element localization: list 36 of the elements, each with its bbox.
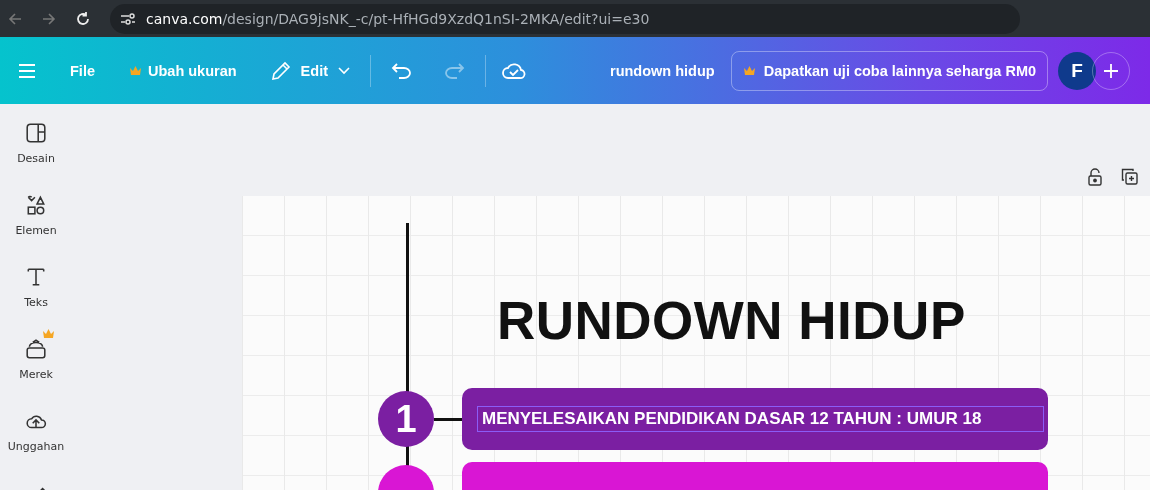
crown-icon	[129, 65, 142, 76]
chevron-icon	[338, 66, 350, 75]
url-host: canva.com	[146, 10, 223, 27]
address-bar[interactable]: canva.com/design/DAG9jsNK_-c/pt-HfHGd9XzdQ1nSI-2MKA/edit?ui=e30	[110, 3, 1020, 34]
forward-icon[interactable]	[42, 11, 56, 26]
sidebar-item[interactable]: Merek	[0, 328, 72, 381]
reload-icon[interactable]	[76, 11, 90, 26]
sidebar-item[interactable]: Unggahan	[0, 410, 72, 453]
unlock-icon[interactable]	[1087, 168, 1103, 186]
plus-icon	[1104, 63, 1119, 78]
text-icon	[25, 266, 47, 288]
sidebar-item[interactable]: Teks	[0, 266, 72, 309]
site-settings-icon[interactable]	[120, 11, 136, 26]
layout-icon	[25, 122, 47, 144]
url-path: /design/DAG9jsNK_-c/pt-HfHGd9XzdQ1nSI-2MKA/edit?ui=e30	[222, 10, 650, 27]
sidebar-item[interactable]: Elemen	[0, 194, 72, 237]
design-title[interactable]: rundown hidup	[610, 62, 715, 79]
crown-icon	[742, 65, 756, 76]
step-number[interactable]: 1	[378, 391, 434, 447]
brand-kit-icon	[25, 338, 47, 360]
duplicate-icon[interactable]	[1121, 168, 1138, 185]
redo-icon	[443, 61, 465, 80]
shapes-icon	[25, 194, 47, 216]
connector-line	[434, 417, 462, 421]
cloud-check-icon[interactable]	[502, 61, 526, 80]
pencil-icon	[270, 60, 291, 81]
design-heading[interactable]: RUNDOWN HIDUP	[497, 290, 1150, 351]
menu-icon[interactable]	[18, 63, 36, 78]
step-text[interactable]: MENYELESAIKAN PENDIDIKAN DASAR 12 TAHUN : UMUR 18	[477, 406, 1044, 432]
back-icon[interactable]	[8, 11, 22, 26]
step-box[interactable]: MENYELESAIKAN PENDIDIKAN DASAR 12 TAHUN : UMUR 18	[462, 388, 1048, 450]
undo-icon	[391, 61, 413, 80]
design-page[interactable]: RUNDOWN HIDUP 1 MENYELESAIKAN PENDIDIKAN DASAR 12 TAHUN : UMUR 18	[242, 196, 1150, 490]
sidebar-item[interactable]: Desain	[0, 122, 72, 165]
avatar[interactable]: F	[1058, 51, 1097, 90]
upgrade-button[interactable]: Dapatkan uji coba lainnya seharga RM0	[730, 50, 1049, 91]
